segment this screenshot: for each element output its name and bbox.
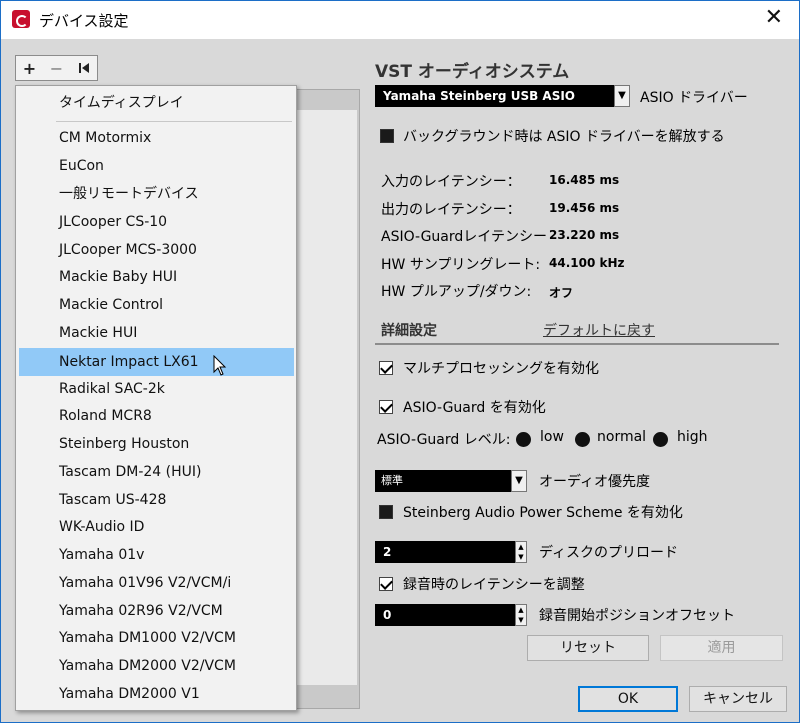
menu-item[interactable]: Yamaha DM1000 V2/VCM	[19, 625, 294, 651]
record-shift-stepper[interactable]: 0 ▲ ▼	[375, 604, 527, 626]
window-title: デバイス設定	[39, 12, 129, 30]
audio-priority-label: オーディオ優先度	[539, 474, 651, 490]
output-latency-value: 19.456 ms	[549, 201, 620, 215]
level-low-label: low	[540, 429, 564, 445]
level-normal-radio[interactable]	[575, 432, 590, 447]
stepper-arrows-icon[interactable]: ▲ ▼	[515, 604, 527, 626]
title-bar: デバイス設定 ✕	[1, 1, 799, 39]
section-title: VST オーディオシステム	[375, 62, 570, 82]
asio-guard-checkbox[interactable]	[379, 400, 393, 414]
menu-item[interactable]: Yamaha DM2000 V1	[19, 681, 294, 707]
skip-back-icon	[78, 63, 89, 73]
menu-item[interactable]: JLCooper CS-10	[19, 209, 294, 235]
menu-item[interactable]: Mackie Control	[19, 292, 294, 318]
release-driver-label: バックグラウンド時は ASIO ドライバーを解放する	[403, 129, 725, 145]
level-low-radio[interactable]	[516, 432, 531, 447]
asio-driver-value: Yamaha Steinberg USB ASIO	[383, 89, 575, 103]
audio-priority-value: 標準	[381, 474, 403, 487]
mouse-cursor-icon	[213, 355, 227, 376]
chevron-down-icon[interactable]: ▼	[614, 85, 630, 107]
menu-item[interactable]: Yamaha 01V96 V2/VCM/i	[19, 570, 294, 596]
menu-separator	[56, 121, 292, 122]
vst-audio-system-pane: VST オーディオシステム Yamaha Steinberg USB ASIO …	[367, 47, 787, 661]
multiprocessing-label: マルチプロセッシングを有効化	[403, 361, 599, 377]
asio-guard-level-label: ASIO-Guard レベル:	[377, 432, 511, 448]
menu-item[interactable]: Yamaha DM2000 V2/VCM	[19, 653, 294, 679]
audio-priority-select[interactable]: 標準 ▼	[375, 470, 527, 492]
adjust-latency-label: 録音時のレイテンシーを調整	[403, 577, 585, 593]
apply-button[interactable]: 適用	[660, 635, 783, 661]
ok-button[interactable]: OK	[578, 686, 678, 712]
sample-rate-label: HW サンプリングレート:	[381, 257, 541, 273]
device-toolbar: + −	[15, 55, 98, 81]
close-icon[interactable]: ✕	[765, 6, 783, 30]
menu-item[interactable]: 一般リモートデバイス	[19, 181, 294, 207]
asio-guard-latency-value: 23.220 ms	[549, 228, 620, 242]
menu-item[interactable]: Roland MCR8	[19, 403, 294, 429]
advanced-settings-title: 詳細設定	[381, 323, 437, 339]
menu-item[interactable]: Mackie Baby HUI	[19, 264, 294, 290]
cubase-logo-icon	[12, 10, 30, 28]
menu-item[interactable]: Yamaha 01v	[19, 542, 294, 568]
menu-item[interactable]: Radikal SAC-2k	[19, 376, 294, 402]
sample-rate-value: 44.100 kHz	[549, 256, 625, 270]
menu-item[interactable]: Yamaha 02R96 V2/VCM	[19, 598, 294, 624]
device-settings-window: デバイス設定 ✕ + − タイムディスプレイ CM Motormix EuCon…	[0, 0, 800, 723]
menu-item[interactable]: CM Motormix	[19, 125, 294, 151]
chevron-down-icon[interactable]: ▼	[511, 470, 527, 492]
multiprocessing-checkbox[interactable]	[379, 361, 393, 375]
menu-item[interactable]: JLCooper MCS-3000	[19, 237, 294, 263]
disk-preload-label: ディスクのプリロード	[539, 545, 679, 561]
record-shift-value: 0	[383, 608, 392, 622]
menu-item[interactable]: Steinberg Houston	[19, 431, 294, 457]
reset-defaults-link[interactable]: デフォルトに戻す	[543, 320, 655, 340]
release-driver-checkbox[interactable]	[380, 129, 394, 143]
divider	[375, 343, 779, 345]
disk-preload-value: 2	[383, 545, 392, 559]
asio-driver-label: ASIO ドライバー	[640, 90, 748, 106]
level-normal-label: normal	[597, 429, 647, 445]
remove-device-button[interactable]: −	[43, 56, 70, 80]
level-high-radio[interactable]	[653, 432, 668, 447]
level-high-label: high	[677, 429, 708, 445]
reset-button[interactable]: リセット	[527, 635, 649, 661]
menu-item[interactable]: Tascam US-428	[19, 487, 294, 513]
power-scheme-label: Steinberg Audio Power Scheme を有効化	[403, 505, 683, 521]
asio-driver-select[interactable]: Yamaha Steinberg USB ASIO ▼	[375, 85, 630, 107]
reset-device-button[interactable]	[70, 56, 97, 80]
input-latency-value: 16.485 ms	[549, 173, 620, 187]
input-latency-label: 入力のレイテンシー：	[381, 174, 521, 190]
stepper-arrows-icon[interactable]: ▲ ▼	[515, 541, 527, 563]
cancel-button[interactable]: キャンセル	[689, 686, 787, 712]
menu-item-time-display[interactable]: タイムディスプレイ	[19, 90, 294, 116]
disk-preload-stepper[interactable]: 2 ▲ ▼	[375, 541, 527, 563]
menu-item[interactable]: WK-Audio ID	[19, 514, 294, 540]
asio-guard-latency-label: ASIO-Guardレイテンシー	[381, 229, 547, 245]
menu-item[interactable]: Mackie HUI	[19, 320, 294, 346]
asio-guard-label: ASIO-Guard を有効化	[403, 400, 546, 416]
add-device-button[interactable]: +	[16, 56, 43, 80]
pull-up-down-label: HW プルアップ/ダウン:	[381, 284, 532, 300]
record-shift-label: 録音開始ポジションオフセット	[539, 608, 735, 624]
menu-item-highlighted[interactable]: Nektar Impact LX61	[19, 348, 294, 376]
menu-item[interactable]: EuCon	[19, 153, 294, 179]
pull-up-down-value: オフ	[549, 286, 574, 300]
output-latency-label: 出力のレイテンシー：	[381, 202, 521, 218]
menu-item[interactable]: Tascam DM-24 (HUI)	[19, 459, 294, 485]
power-scheme-checkbox[interactable]	[379, 505, 393, 519]
add-device-menu: タイムディスプレイ CM Motormix EuCon 一般リモートデバイス J…	[15, 85, 297, 711]
adjust-latency-checkbox[interactable]	[379, 577, 393, 591]
